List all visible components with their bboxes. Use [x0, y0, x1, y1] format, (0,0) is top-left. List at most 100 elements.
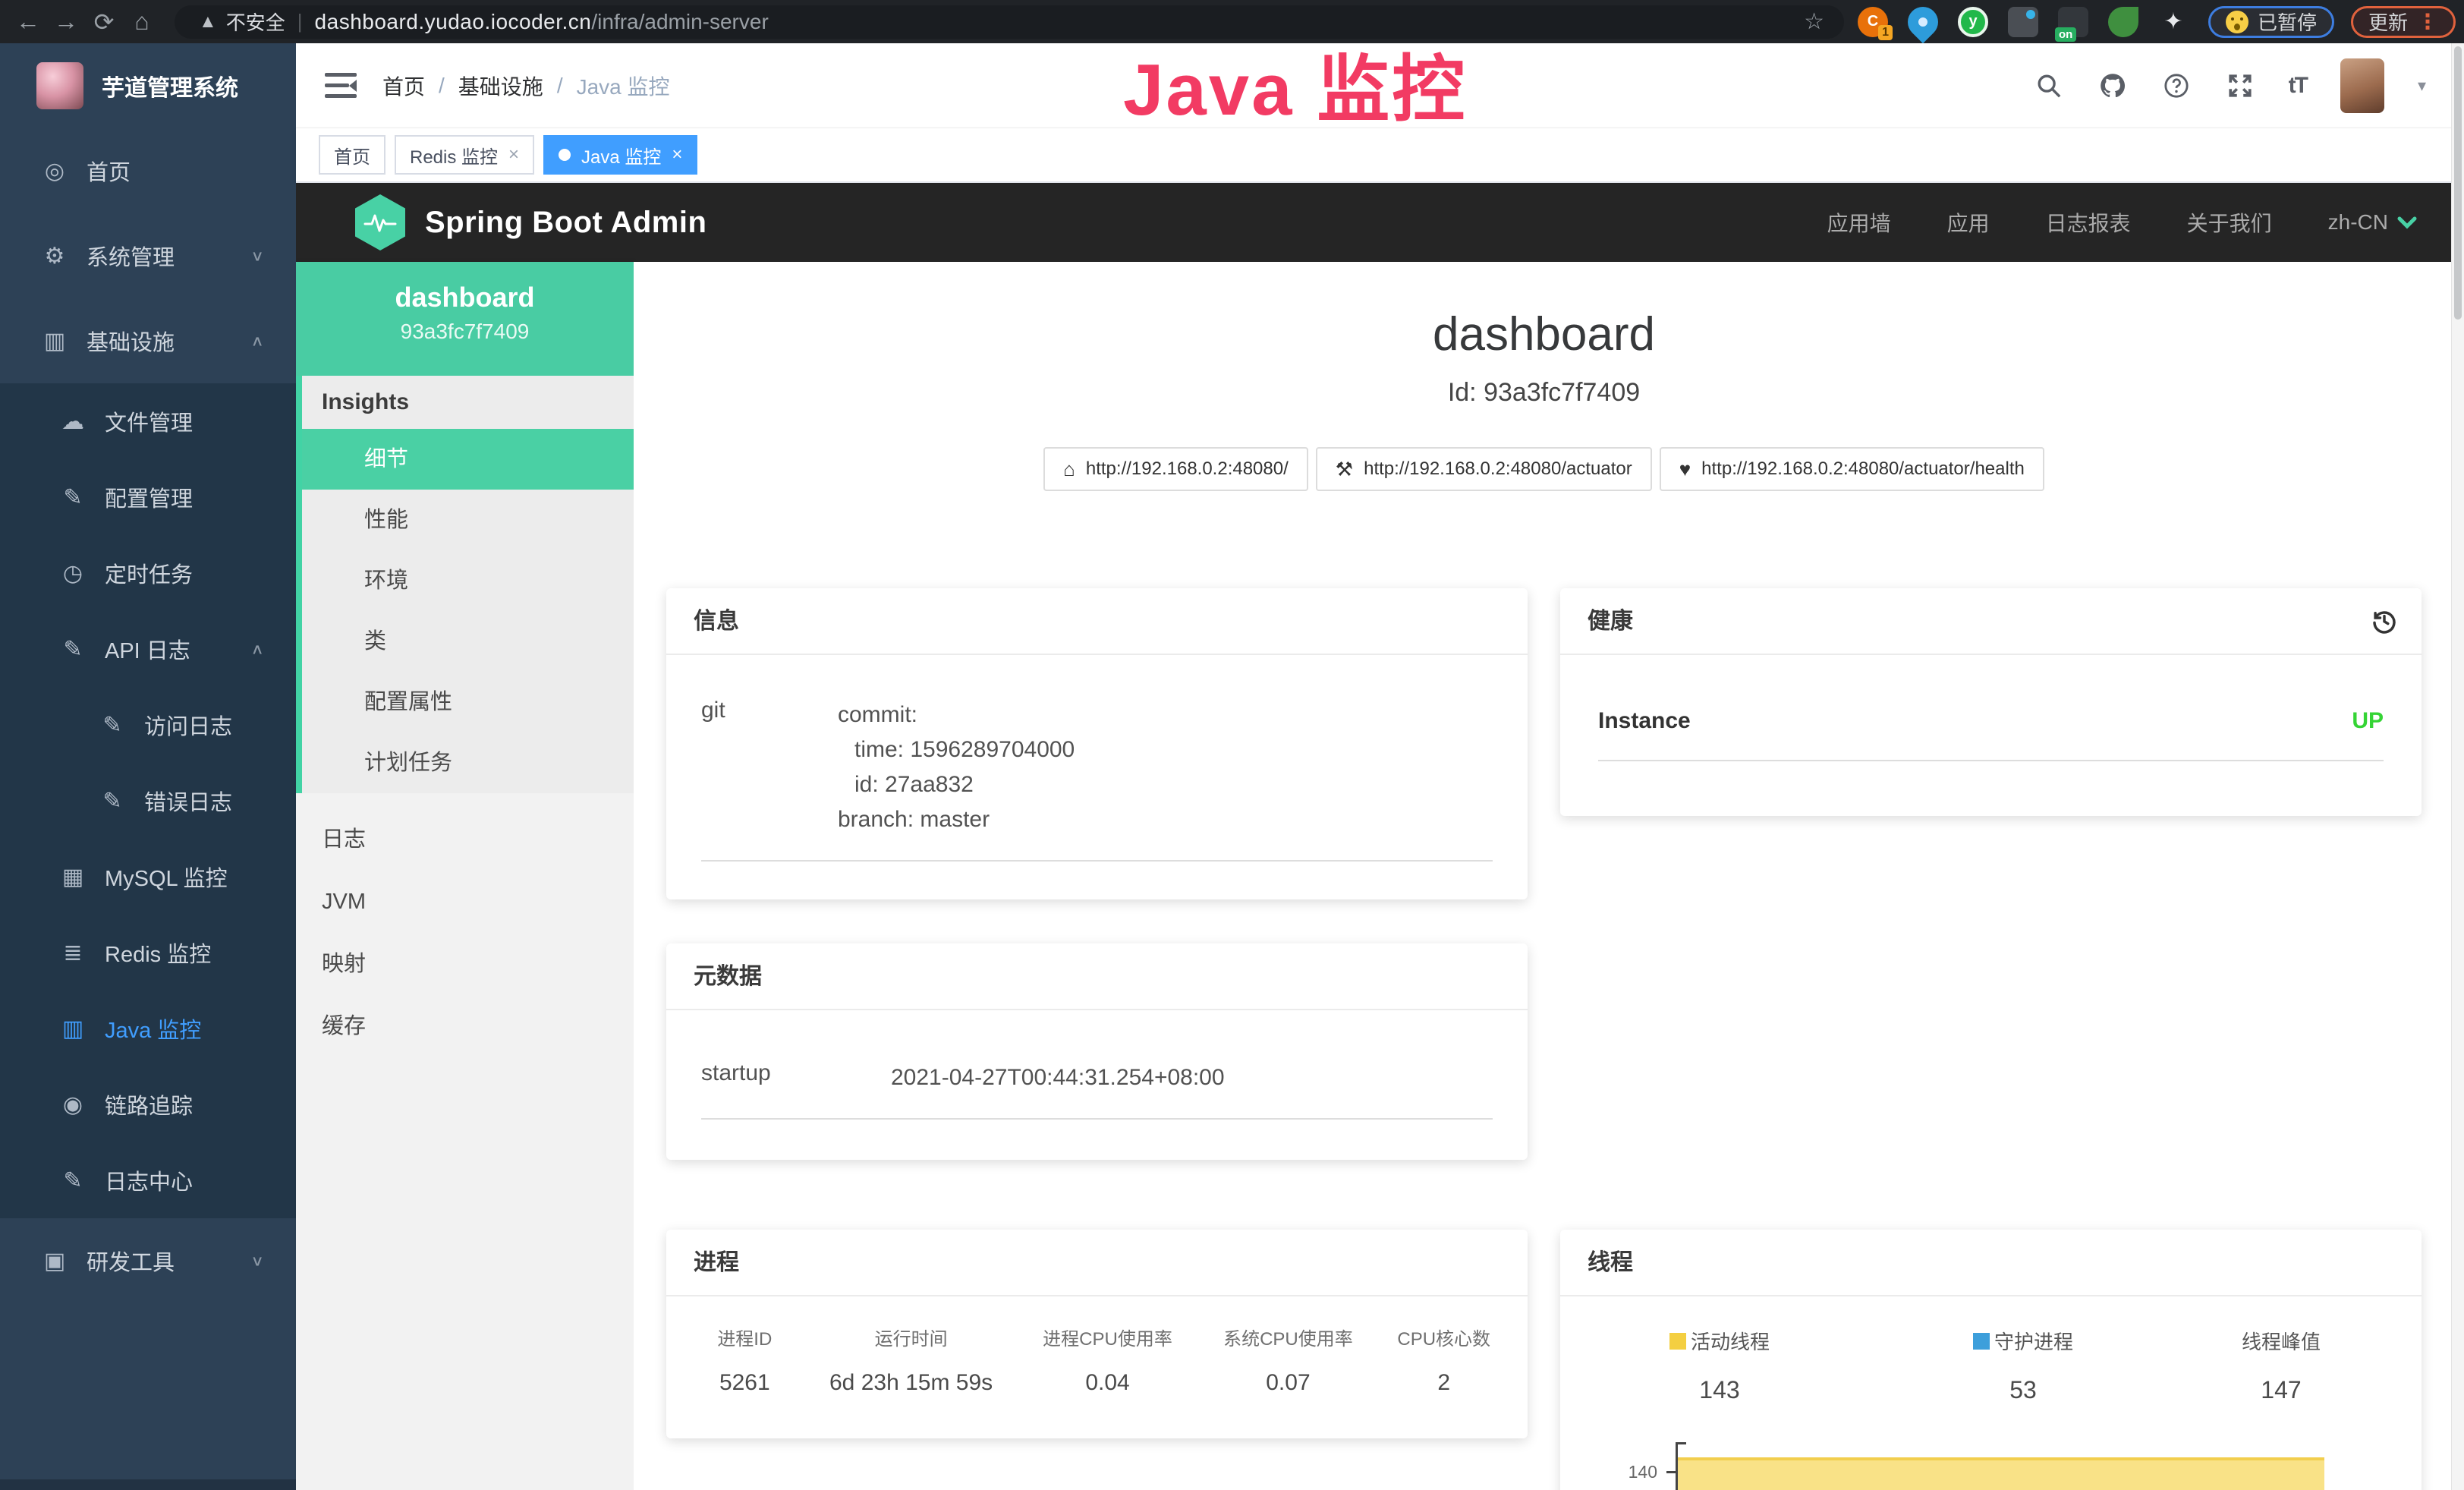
help-icon[interactable] — [2161, 71, 2192, 101]
browser-back-icon[interactable]: ← — [9, 8, 47, 36]
y-extension-icon[interactable]: y — [1958, 7, 1988, 37]
sidebar-item-label: Java 监控 — [105, 1013, 201, 1044]
sba-item-logfile[interactable]: 日志 — [296, 808, 634, 871]
tab-home[interactable]: 首页 — [319, 135, 385, 175]
user-avatar[interactable] — [2340, 58, 2384, 113]
sidebar-item-java-monitor[interactable]: ▥ Java 监控 — [0, 991, 296, 1066]
sba-item-jvm[interactable]: JVM — [296, 871, 634, 933]
health-card-title: 健康 — [1560, 588, 2422, 655]
breadcrumb-infra[interactable]: 基础设施 — [458, 71, 543, 101]
github-icon[interactable] — [2097, 71, 2128, 101]
health-instance-row: Instance UP — [1598, 708, 2384, 761]
extension-row: C 1 y on ✦ — [1858, 7, 2189, 37]
sidebar-item-redis-monitor[interactable]: ≣ Redis 监控 — [0, 915, 296, 991]
process-col-header: CPU核心数 — [1378, 1324, 1509, 1350]
close-icon[interactable]: × — [672, 144, 682, 165]
sba-item-metrics[interactable]: 性能 — [302, 490, 634, 550]
home-icon: ⌂ — [1063, 458, 1075, 481]
sba-item-environment[interactable]: 环境 — [302, 550, 634, 611]
sidebar-item-home[interactable]: ◎ 首页 — [0, 128, 296, 213]
annotation-overlay-text: Java 监控 — [1123, 30, 1467, 136]
sidebar-item-access-log[interactable]: ✎ 访问日志 — [0, 687, 296, 763]
user-caret-down-icon[interactable]: ▾ — [2418, 76, 2426, 96]
bookmark-star-icon[interactable]: ☆ — [1804, 8, 1824, 35]
sidebar-item-system[interactable]: ⚙ 系统管理 ∨ — [0, 213, 296, 298]
sba-nav-applications[interactable]: 应用 — [1947, 207, 1990, 238]
sidebar-item-file-manage[interactable]: ☁ 文件管理 — [0, 383, 296, 459]
sidebar-item-mysql-monitor[interactable]: ▦ MySQL 监控 — [0, 839, 296, 915]
leaf-extension-icon[interactable] — [2108, 7, 2138, 37]
sidebar-item-error-log[interactable]: ✎ 错误日志 — [0, 763, 296, 839]
sidebar-item-label: API 日志 — [105, 633, 190, 665]
sba-item-config-properties[interactable]: 配置属性 — [302, 672, 634, 732]
y-axis-tick: 140 — [1607, 1462, 1657, 1482]
sba-nav-about[interactable]: 关于我们 — [2187, 207, 2272, 238]
profile-paused-chip[interactable]: 已暂停 — [2208, 6, 2334, 38]
fullscreen-icon[interactable] — [2225, 71, 2255, 101]
sidebar-item-api-log[interactable]: ✎ API 日志 ∧ — [0, 611, 296, 687]
pin-extension-icon[interactable] — [1902, 0, 1945, 43]
address-bar[interactable]: ▲ 不安全 | dashboard.yudao.iocoder.cn /infr… — [175, 5, 1844, 39]
sba-nav-wallboard[interactable]: 应用墙 — [1827, 207, 1891, 238]
sidebar-item-trace[interactable]: ◉ 链路追踪 — [0, 1066, 296, 1142]
info-card-title: 信息 — [666, 588, 1528, 655]
sidebar-item-dev-tools[interactable]: ▣ 研发工具 ∨ — [0, 1218, 296, 1303]
scrollbar-thumb[interactable] — [2454, 46, 2462, 320]
page-scrollbar[interactable] — [2451, 43, 2464, 1490]
browser-menu-dots-icon[interactable]: ⋮ — [2417, 9, 2438, 34]
startup-row: startup 2021-04-27T00:44:31.254+08:00 — [701, 1060, 1493, 1120]
sidebar-item-scheduled-jobs[interactable]: ◷ 定时任务 — [0, 535, 296, 611]
extension-c-icon[interactable]: C 1 — [1858, 7, 1888, 37]
tab-label: 首页 — [334, 142, 370, 169]
sba-language-select[interactable]: zh-CN — [2328, 210, 2417, 235]
health-card: 健康 Instance UP — [1560, 588, 2422, 816]
browser-reload-icon[interactable]: ⟳ — [85, 8, 123, 36]
sba-item-mappings[interactable]: 映射 — [296, 933, 634, 995]
sba-item-classes[interactable]: 类 — [302, 611, 634, 672]
sidebar-item-label: MySQL 监控 — [105, 861, 228, 893]
sba-item-caches[interactable]: 缓存 — [296, 995, 634, 1057]
sba-brand-title[interactable]: Spring Boot Admin — [425, 206, 706, 240]
threads-card-title: 线程 — [1560, 1230, 2422, 1296]
metadata-card-title: 元数据 — [666, 943, 1528, 1010]
tab-java-monitor[interactable]: Java 监控 × — [543, 135, 697, 175]
browser-forward-icon[interactable]: → — [47, 8, 85, 36]
service-url-button[interactable]: ⌂ http://192.168.0.2:48080/ — [1043, 447, 1308, 491]
close-icon[interactable]: × — [508, 144, 519, 165]
sidebar-item-config-manage[interactable]: ✎ 配置管理 — [0, 459, 296, 535]
sidebar-item-label: 定时任务 — [105, 557, 193, 589]
main-area: 首页 / 基础设施 / Java 监控 tT — [296, 43, 2464, 1490]
font-size-icon[interactable]: tT — [2289, 73, 2307, 99]
sidebar-item-log-center[interactable]: ✎ 日志中心 — [0, 1142, 296, 1218]
breadcrumb-home[interactable]: 首页 — [382, 71, 425, 101]
grid-extension-icon[interactable] — [2008, 7, 2038, 37]
sba-nav-journal[interactable]: 日志报表 — [2046, 207, 2131, 238]
actuator-url-button[interactable]: ⚒ http://192.168.0.2:48080/actuator — [1316, 447, 1652, 491]
app-logo-image — [36, 62, 83, 109]
app-logo[interactable]: 芋道管理系统 — [0, 43, 296, 128]
tab-redis-monitor[interactable]: Redis 监控 × — [395, 135, 534, 175]
browser-home-icon[interactable]: ⌂ — [123, 8, 161, 36]
sba-instance-header[interactable]: dashboard 93a3fc7f7409 — [296, 262, 634, 376]
sba-item-details[interactable]: 细节 — [302, 429, 634, 490]
sidebar-item-infra[interactable]: ▥ 基础设施 ∧ — [0, 298, 296, 383]
switch-extension-icon[interactable]: on — [2058, 7, 2088, 37]
sidebar-item-label: 基础设施 — [87, 325, 175, 357]
infra-submenu: ☁ 文件管理 ✎ 配置管理 ◷ 定时任务 ✎ API 日志 ∧ ✎ — [0, 383, 296, 1218]
extensions-puzzle-icon[interactable]: ✦ — [2158, 7, 2189, 37]
browser-update-button[interactable]: 更新 ⋮ — [2351, 6, 2456, 38]
sidebar-item-label: 链路追踪 — [105, 1088, 193, 1120]
sba-item-scheduled-tasks[interactable]: 计划任务 — [302, 732, 634, 793]
sidebar-collapse-icon[interactable] — [325, 73, 357, 99]
insecure-warning-icon: ▲ — [199, 11, 217, 33]
health-url-button[interactable]: ♥ http://192.168.0.2:48080/actuator/heal… — [1660, 447, 2044, 491]
process-card: 进程 进程ID 5261 运行时间 6d 23h 15m 59s — [666, 1230, 1528, 1438]
process-value: 2 — [1378, 1370, 1509, 1396]
security-label[interactable]: 不安全 — [226, 8, 285, 36]
process-col-header: 进程CPU使用率 — [1018, 1324, 1198, 1350]
search-icon[interactable] — [2034, 71, 2064, 101]
app-title: 芋道管理系统 — [102, 69, 238, 102]
history-icon[interactable] — [2370, 606, 2399, 639]
git-value: commit: time: 1596289704000 id: 27aa832 … — [838, 698, 1075, 837]
tag-view-bar: 首页 Redis 监控 × Java 监控 × — [296, 128, 2464, 183]
